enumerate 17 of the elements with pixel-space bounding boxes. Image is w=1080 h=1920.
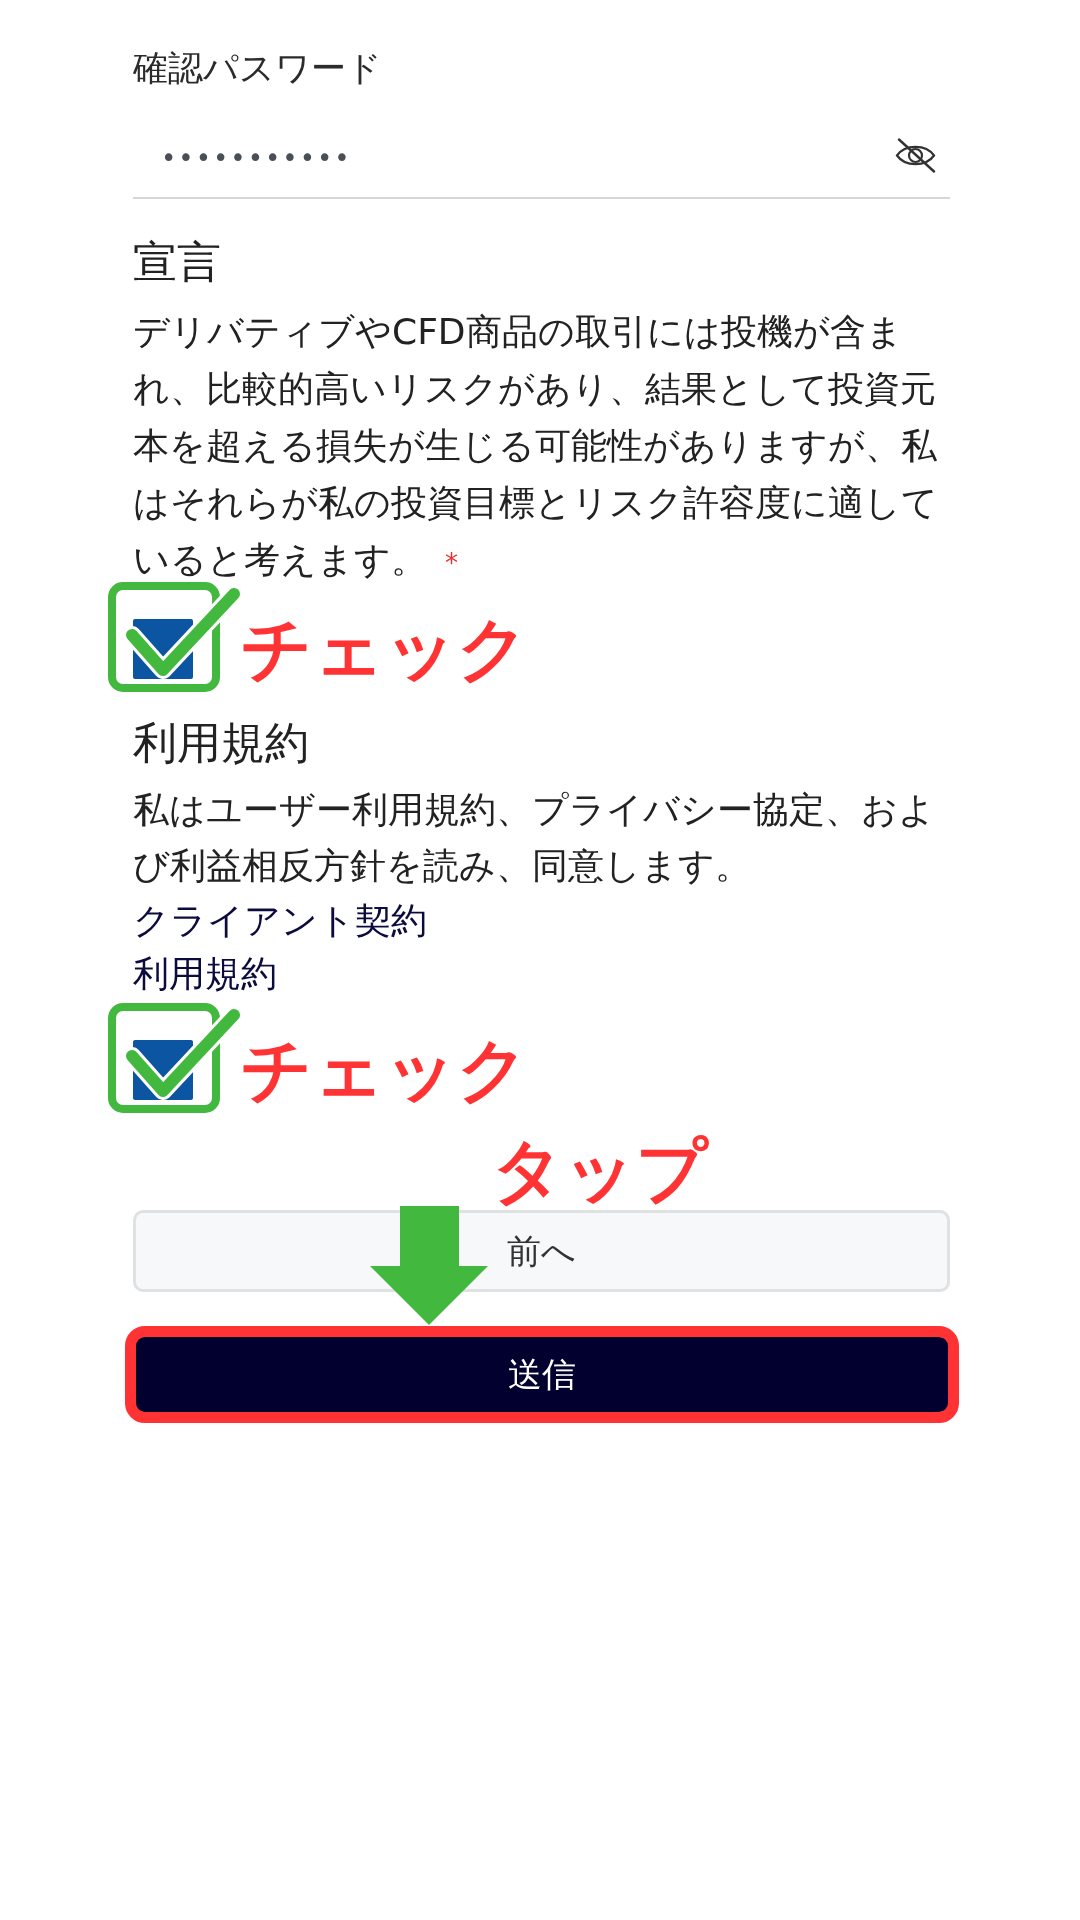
- back-button[interactable]: 前へ: [133, 1210, 950, 1292]
- password-field[interactable]: •••••••••••: [133, 100, 950, 199]
- tick-in-frame-icon: [108, 582, 242, 692]
- callout-text: チェック: [241, 1035, 529, 1105]
- submit-button[interactable]: 送信: [133, 1337, 950, 1412]
- section-heading: 宣言: [133, 235, 222, 288]
- body-text: 私はユーザー利用規約、プライバシー協定、および利益相反方針を読み、同意します。: [133, 788, 936, 888]
- eye-slash-icon[interactable]: [894, 138, 937, 173]
- down-arrow-icon: [370, 1206, 488, 1325]
- callout-text: タップ: [492, 1136, 708, 1206]
- body-text: デリバティブやCFD商品の取引には投機が含まれ、比較的高いリスクがあり、結果として投資元本を超える損失が生じる可能性がありますが、私はそれらが私の投資目標とリスク許容度に適していると考えます。 *: [133, 310, 939, 582]
- callout-text: チェック: [241, 614, 529, 684]
- field-label: 確認パスワード: [133, 47, 383, 90]
- document-link[interactable]: クライアント契約: [133, 900, 427, 941]
- document-link[interactable]: 利用規約: [133, 953, 277, 994]
- tick-in-frame-icon: [108, 1003, 242, 1113]
- section-heading: 利用規約: [133, 716, 310, 769]
